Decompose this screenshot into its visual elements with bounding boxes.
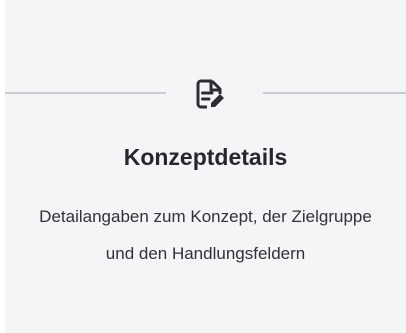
concept-details-section: Konzeptdetails Detailangaben zum Konzept… — [5, 0, 406, 333]
section-title: Konzeptdetails — [123, 144, 288, 170]
divider-right — [263, 92, 406, 94]
divider-left — [5, 92, 166, 94]
section-description: Detailangaben zum Konzept, der Zielgrupp… — [39, 207, 372, 263]
document-edit-icon — [196, 79, 224, 109]
